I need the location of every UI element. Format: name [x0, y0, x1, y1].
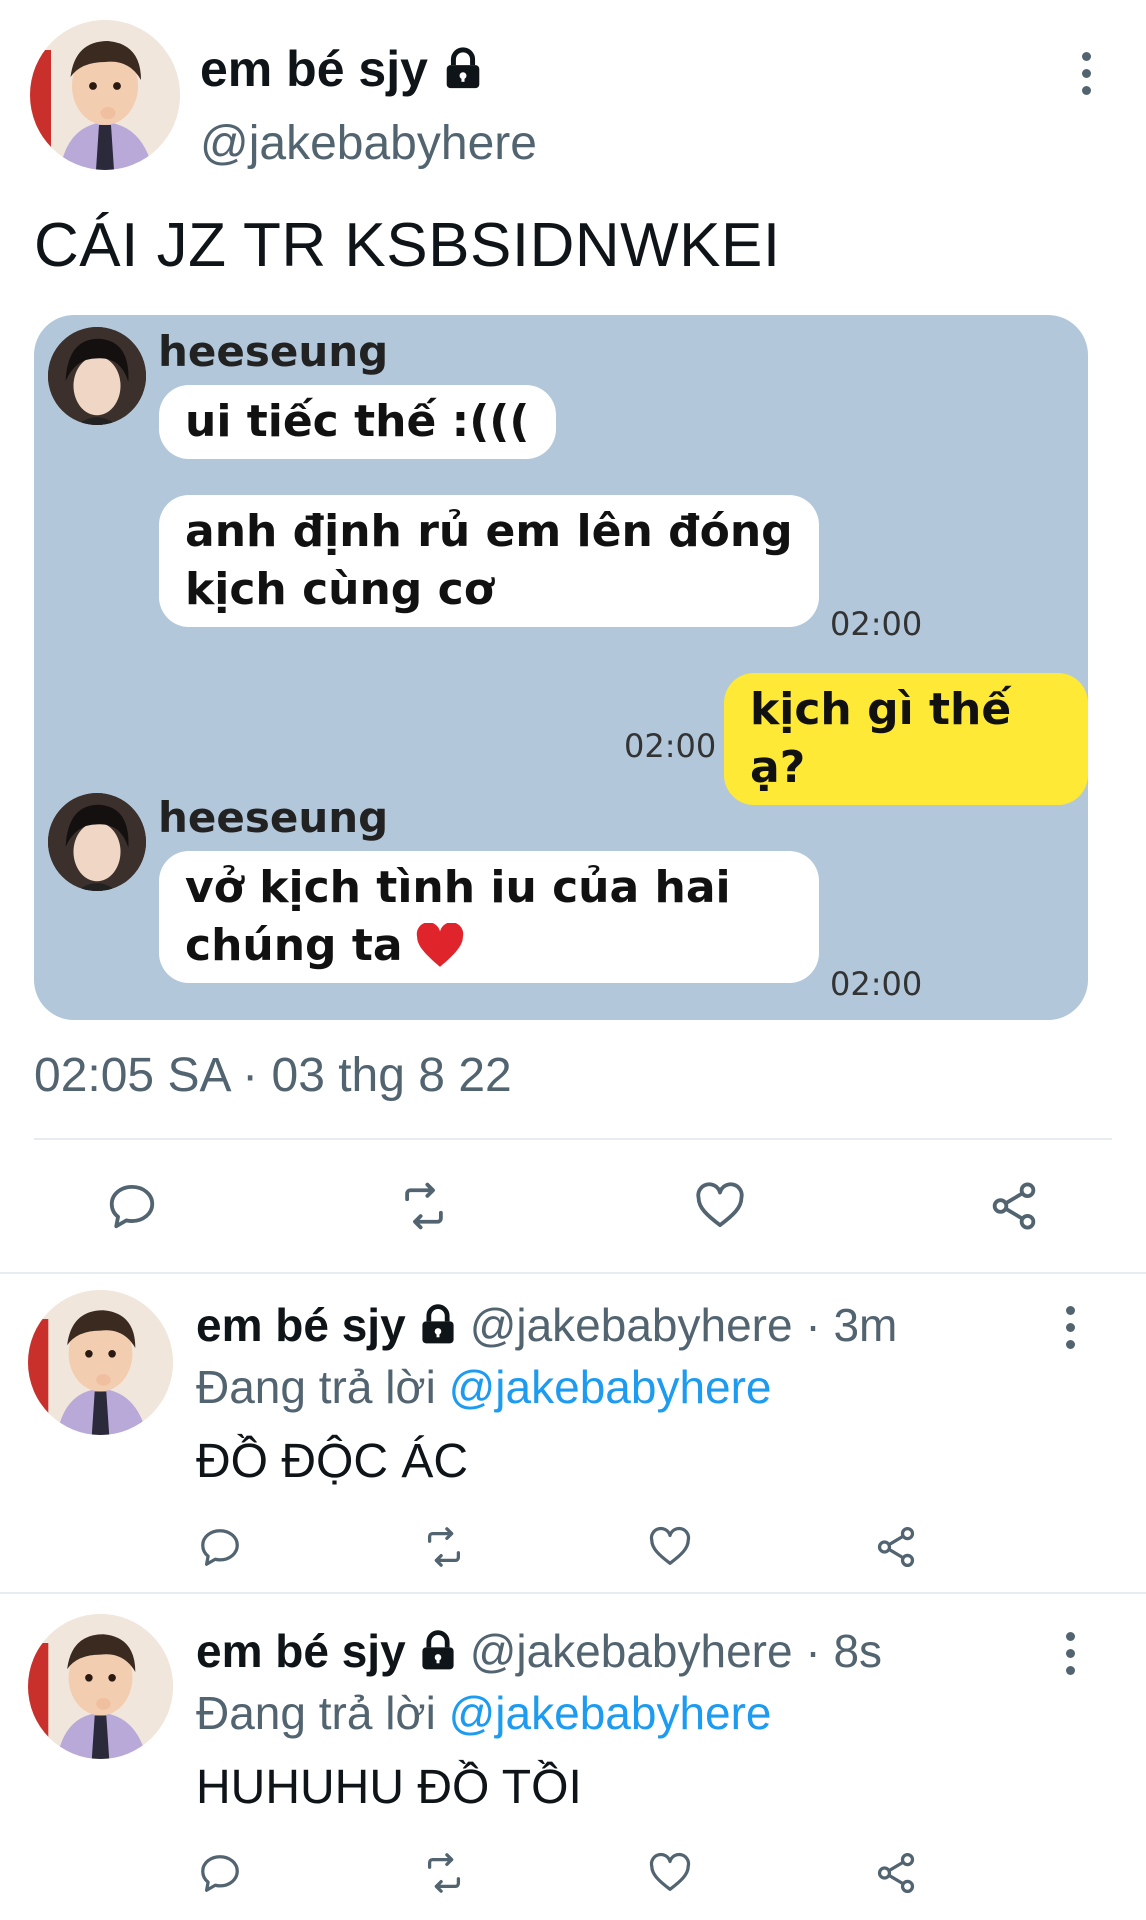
- chat-avatar: [48, 327, 146, 425]
- reply-header[interactable]: em bé sjy @jakebabyhere · 8s: [196, 1624, 882, 1678]
- divider: [0, 1272, 1146, 1274]
- reply-icon[interactable]: [192, 1846, 248, 1900]
- share-icon[interactable]: [982, 1176, 1046, 1236]
- display-name-text: em bé sjy: [200, 41, 428, 97]
- more-vertical-icon[interactable]: [1062, 1306, 1078, 1349]
- lock-icon: [446, 47, 480, 89]
- more-vertical-icon[interactable]: [1078, 52, 1094, 95]
- replying-to-label: Đang trả lời: [196, 1687, 449, 1739]
- share-icon[interactable]: [868, 1520, 924, 1574]
- avatar[interactable]: [28, 1614, 173, 1759]
- chat-time: 02:00: [624, 727, 717, 765]
- attached-image[interactable]: heeseung ui tiếc thế :((( anh định rủ em…: [34, 315, 1088, 1020]
- handle-time: @jakebabyhere · 3m: [469, 1299, 898, 1351]
- chat-bubble: ui tiếc thế :(((: [159, 385, 556, 459]
- like-icon[interactable]: [642, 1846, 698, 1900]
- display-name-text: em bé sjy: [196, 1299, 406, 1351]
- avatar[interactable]: [28, 1290, 173, 1435]
- display-name[interactable]: em bé sjy: [200, 40, 486, 98]
- avatar[interactable]: [30, 20, 180, 170]
- chat-sender-name: heeseung: [158, 793, 389, 842]
- divider: [34, 1138, 1112, 1140]
- like-icon[interactable]: [688, 1176, 752, 1236]
- retweet-icon[interactable]: [416, 1520, 472, 1574]
- chat-time: 02:00: [830, 605, 923, 643]
- chat-sender-name: heeseung: [158, 327, 389, 376]
- share-icon[interactable]: [868, 1846, 924, 1900]
- chat-bubble-text: anh định rủ em lên đóng: [185, 506, 793, 557]
- chat-avatar: [48, 793, 146, 891]
- handle[interactable]: @jakebabyhere: [200, 116, 537, 171]
- replying-to-label: Đang trả lời: [196, 1361, 449, 1413]
- replying-to: Đang trả lời @jakebabyhere: [196, 1686, 772, 1740]
- tweet-text: CÁI JZ TR KSBSIDNWKEI: [34, 211, 781, 280]
- tweet-text: ĐỒ ĐỘC ÁC: [196, 1435, 469, 1488]
- like-icon[interactable]: [642, 1520, 698, 1574]
- lock-icon: [422, 1630, 454, 1670]
- tweet-text: HUHUHU ĐỒ TỒI: [196, 1761, 582, 1814]
- replying-to: Đang trả lời @jakebabyhere: [196, 1360, 772, 1414]
- lock-icon: [422, 1304, 454, 1344]
- reply-icon[interactable]: [192, 1520, 248, 1574]
- chat-bubble: vở kịch tình iu của hai chúng ta: [159, 851, 819, 983]
- chat-bubble-text: vở kịch tình iu của hai: [185, 862, 731, 913]
- replying-to-link[interactable]: @jakebabyhere: [449, 1361, 772, 1413]
- more-vertical-icon[interactable]: [1062, 1632, 1078, 1675]
- divider: [0, 1592, 1146, 1594]
- chat-bubble-text: kịch cùng cơ: [185, 564, 494, 615]
- display-name-text: em bé sjy: [196, 1625, 406, 1677]
- chat-bubble-me: kịch gì thế ạ?: [724, 673, 1088, 805]
- chat-bubble-text: chúng ta: [185, 920, 403, 971]
- retweet-icon[interactable]: [416, 1846, 472, 1900]
- avatar-image: [30, 20, 180, 170]
- chat-bubble-text: kịch gì thế ạ?: [750, 684, 1012, 793]
- handle-time: @jakebabyhere · 8s: [469, 1625, 883, 1677]
- reply-header[interactable]: em bé sjy @jakebabyhere · 3m: [196, 1298, 897, 1352]
- tweet-timestamp[interactable]: 02:05 SA · 03 thg 8 22: [34, 1048, 512, 1103]
- retweet-icon[interactable]: [392, 1176, 456, 1236]
- chat-bubble-text: ui tiếc thế :(((: [185, 396, 530, 447]
- reply-icon[interactable]: [100, 1176, 164, 1236]
- chat-bubble: anh định rủ em lên đóng kịch cùng cơ: [159, 495, 819, 627]
- chat-time: 02:00: [830, 965, 923, 1003]
- heart-emoji-icon: [416, 923, 463, 967]
- replying-to-link[interactable]: @jakebabyhere: [449, 1687, 772, 1739]
